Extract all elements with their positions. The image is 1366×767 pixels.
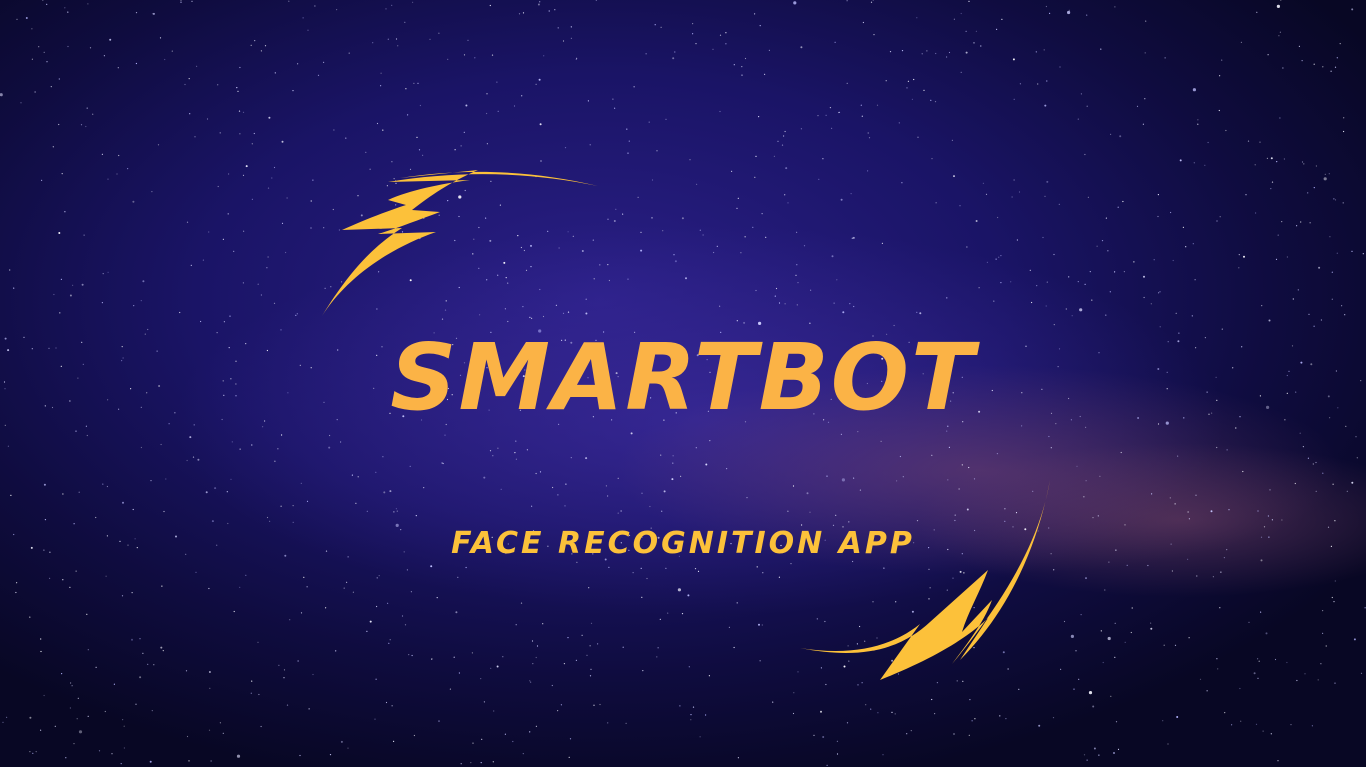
app-title: SMARTBOT (390, 324, 976, 431)
splash-screen: SMARTBOT FACE RECOGNITION APP (0, 0, 1366, 767)
app-subtitle: FACE RECOGNITION APP (451, 526, 915, 561)
